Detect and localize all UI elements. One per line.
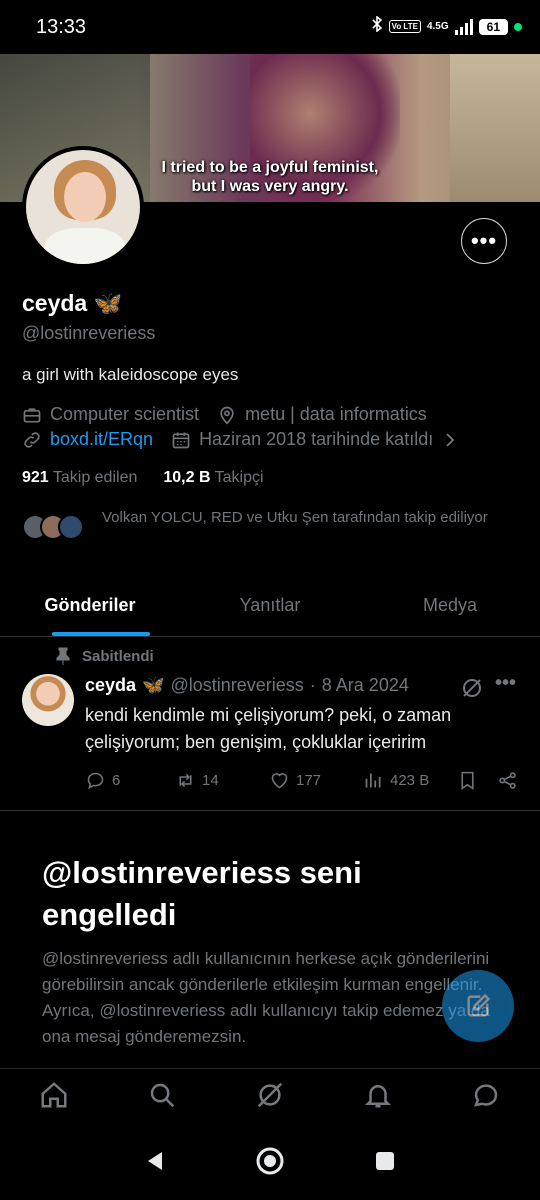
- bottom-navigation: [0, 1068, 540, 1126]
- nav-home[interactable]: [39, 1080, 69, 1115]
- nav-search[interactable]: [147, 1080, 177, 1115]
- status-bar: 13:33 Vo LTE 4.5G 61: [0, 0, 540, 54]
- post-author-name[interactable]: ceyda: [85, 675, 136, 696]
- nav-messages[interactable]: [471, 1080, 501, 1115]
- briefcase-icon: [23, 407, 41, 422]
- following-stat[interactable]: 921 Takip edilen: [22, 469, 137, 487]
- bell-icon: [364, 1085, 392, 1108]
- volte-indicator: Vo LTE: [388, 20, 421, 33]
- share-button[interactable]: [497, 770, 518, 791]
- bluetooth-icon: [371, 15, 383, 37]
- tab-posts[interactable]: Gönderiler: [0, 575, 180, 636]
- home-icon: [41, 1082, 67, 1108]
- profile-bio: a girl with kaleidoscope eyes: [22, 365, 239, 384]
- tab-replies[interactable]: Yanıtlar: [180, 575, 360, 636]
- share-icon: [499, 772, 516, 789]
- views-icon: [365, 773, 381, 788]
- butterfly-emoji: 🦋: [93, 290, 123, 316]
- active-tab-indicator: [52, 632, 150, 636]
- system-navigation-bar: [0, 1126, 540, 1200]
- search-icon: [150, 1083, 175, 1108]
- grok-icon: [257, 1082, 283, 1108]
- back-triangle-icon: [148, 1151, 163, 1170]
- profile-meta-row-1: Computer scientist metu | data informati…: [22, 404, 445, 425]
- post-author-avatar[interactable]: [22, 674, 74, 726]
- network-type: 4.5G: [426, 21, 449, 32]
- recents-square-icon: [375, 1151, 394, 1170]
- post-header: ceyda 🦋 @lostinreveriess · 8 Ara 2024: [85, 675, 409, 696]
- reply-button[interactable]: 6: [85, 770, 175, 791]
- profile-tabs: Gönderiler Yanıtlar Medya: [0, 575, 540, 637]
- battery-icon: 61: [478, 18, 508, 35]
- butterfly-emoji: 🦋: [142, 675, 165, 695]
- post-more-icon[interactable]: •••: [495, 672, 516, 695]
- privacy-dot-icon: [514, 22, 522, 31]
- signal-icon: [454, 18, 473, 35]
- tab-media[interactable]: Medya: [360, 575, 540, 636]
- compose-button[interactable]: [442, 970, 514, 1042]
- compose-icon: [467, 993, 491, 1017]
- follow-stats: 921 Takip edilen 10,2 B Takipçi: [22, 469, 264, 487]
- bookmark-icon: [461, 771, 474, 790]
- profile-link[interactable]: boxd.it/ERqn: [22, 429, 153, 450]
- home-button[interactable]: [255, 1146, 285, 1181]
- post-author-handle: @lostinreveriess: [170, 675, 304, 695]
- profile-meta-row-2: boxd.it/ERqn Haziran 2018 tarihinde katı…: [22, 429, 477, 450]
- repost-icon: [179, 773, 192, 788]
- profile-handle: @lostinreveriess: [22, 323, 156, 343]
- followers-you-know[interactable]: Volkan YOLCU, RED ve Utku Şen tarafından…: [22, 508, 502, 540]
- divider: [0, 810, 540, 811]
- blocked-title: @lostinreveriess seni engelledi: [42, 855, 362, 932]
- profile-avatar[interactable]: [22, 146, 144, 268]
- mini-avatar: [58, 514, 84, 540]
- blocked-description: @lostinreveriess adlı kullanıcının herke…: [42, 949, 490, 1046]
- views-button[interactable]: 423 B: [363, 770, 457, 791]
- separator-dot: ·: [309, 675, 316, 695]
- repost-button[interactable]: 14: [175, 770, 269, 791]
- status-time: 13:33: [36, 16, 87, 38]
- heart-icon: [271, 773, 288, 789]
- back-button[interactable]: [144, 1149, 166, 1178]
- display-name: ceyda 🦋: [22, 290, 123, 316]
- chat-bubble-icon: [474, 1084, 498, 1107]
- joined-date[interactable]: Haziran 2018 tarihinde katıldı: [171, 429, 459, 450]
- profession: Computer scientist: [22, 404, 199, 425]
- grok-icon[interactable]: [460, 676, 484, 705]
- followed-by-text: Volkan YOLCU, RED ve Utku Şen tarafından…: [102, 509, 488, 526]
- pin-icon: [56, 647, 70, 665]
- post-date: 8 Ara 2024: [321, 675, 409, 695]
- followers-stat[interactable]: 10,2 B Takipçi: [163, 469, 263, 487]
- home-circle-icon: [256, 1147, 284, 1174]
- ellipsis-icon: •••: [470, 228, 498, 253]
- post-text: kendi kendimle mi çelişiyorum? peki, o z…: [85, 705, 452, 752]
- pinned-label: Sabitlendi: [56, 647, 154, 665]
- link-icon: [24, 431, 40, 448]
- calendar-icon: [172, 432, 190, 448]
- post-actions: 6 14 177 423 B: [85, 770, 525, 791]
- bookmark-button[interactable]: [457, 770, 497, 791]
- nav-notifications[interactable]: [363, 1080, 393, 1115]
- status-icons: Vo LTE 4.5G 61: [371, 15, 522, 37]
- location-pin-icon: [220, 406, 234, 425]
- like-button[interactable]: 177: [269, 770, 363, 791]
- mini-avatars: [22, 514, 84, 540]
- recents-button[interactable]: [374, 1150, 396, 1177]
- chevron-right-icon: [446, 432, 455, 447]
- nav-grok[interactable]: [255, 1080, 285, 1115]
- reply-icon: [87, 772, 104, 789]
- more-options-button[interactable]: •••: [461, 218, 507, 264]
- location: metu | data informatics: [217, 404, 427, 425]
